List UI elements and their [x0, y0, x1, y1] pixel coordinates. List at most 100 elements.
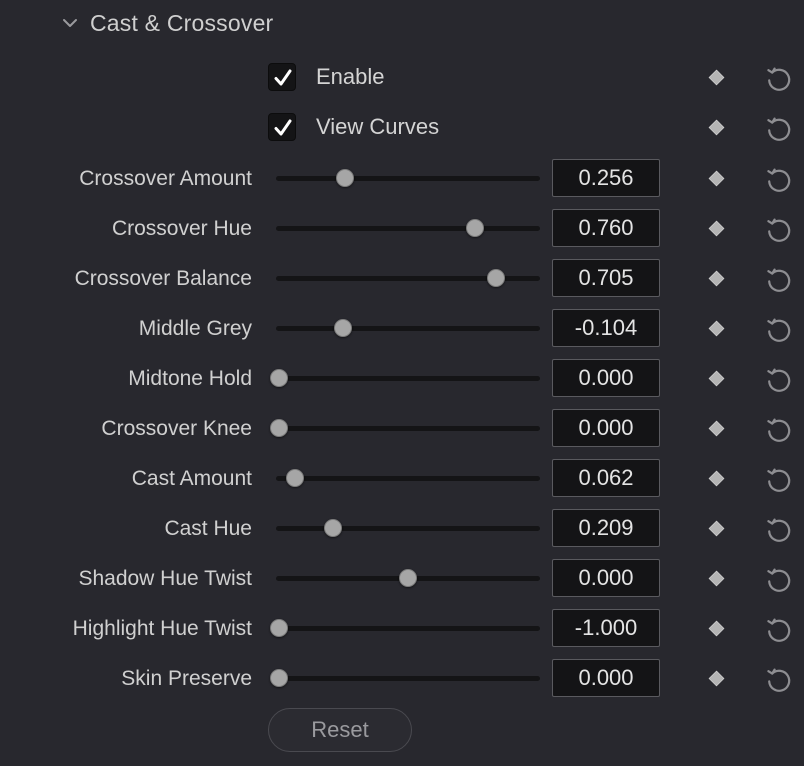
parameter-value-field[interactable]: 0.062 [552, 459, 660, 497]
parameter-label: Shadow Hue Twist [78, 567, 252, 590]
keyframe-diamond-icon[interactable] [708, 170, 725, 187]
keyframe-diamond-icon[interactable] [708, 69, 725, 86]
parameter-row: Cast Hue 0.209 [0, 509, 804, 549]
checkmark-icon [274, 119, 292, 136]
reset-arrow-icon[interactable] [763, 364, 793, 394]
parameter-slider[interactable] [276, 269, 540, 287]
section-header[interactable]: Cast & Crossover [60, 6, 273, 40]
reset-arrow-icon[interactable] [763, 414, 793, 444]
keyframe-diamond-icon[interactable] [708, 570, 725, 587]
parameter-label: Skin Preserve [121, 667, 252, 690]
parameter-row: Middle Grey -0.104 [0, 309, 804, 349]
slider-thumb[interactable] [323, 519, 342, 537]
parameter-label: Crossover Balance [74, 267, 252, 290]
parameter-value-field[interactable]: 0.000 [552, 359, 660, 397]
parameter-slider[interactable] [270, 419, 540, 437]
slider-track [276, 326, 540, 331]
parameter-value-field[interactable]: 0.760 [552, 209, 660, 247]
parameter-label: Cast Hue [164, 517, 252, 540]
parameter-value-field[interactable]: -0.104 [552, 309, 660, 347]
checkbox-row: Enable [0, 58, 804, 98]
parameter-label: Midtone Hold [128, 367, 252, 390]
slider-track [276, 626, 540, 631]
reset-arrow-icon[interactable] [763, 464, 793, 494]
parameter-row: Skin Preserve 0.000 [0, 659, 804, 699]
slider-thumb[interactable] [270, 419, 288, 437]
parameter-slider[interactable] [276, 169, 540, 187]
keyframe-diamond-icon[interactable] [708, 220, 725, 237]
keyframe-diamond-icon[interactable] [708, 270, 725, 287]
parameter-value-field[interactable]: -1.000 [552, 609, 660, 647]
parameter-label: Crossover Amount [79, 167, 252, 190]
parameter-label: Crossover Hue [111, 217, 252, 240]
parameter-slider[interactable] [270, 619, 540, 637]
parameter-slider[interactable] [276, 519, 540, 537]
checkmark-icon [274, 69, 292, 86]
reset-arrow-icon[interactable] [763, 63, 793, 93]
chevron-down-icon[interactable] [60, 13, 80, 33]
keyframe-diamond-icon[interactable] [708, 670, 725, 687]
slider-thumb[interactable] [270, 619, 288, 637]
slider-thumb[interactable] [399, 569, 417, 587]
checkbox[interactable] [268, 113, 296, 141]
keyframe-diamond-icon[interactable] [708, 470, 725, 487]
keyframe-diamond-icon[interactable] [708, 620, 725, 637]
reset-arrow-icon[interactable] [763, 264, 793, 294]
checkbox-row: View Curves [0, 108, 804, 148]
reset-arrow-icon[interactable] [763, 113, 793, 143]
slider-track [276, 676, 540, 681]
keyframe-diamond-icon[interactable] [708, 119, 725, 136]
parameter-slider[interactable] [276, 569, 540, 587]
keyframe-diamond-icon[interactable] [708, 520, 725, 537]
checkbox-label: Enable [316, 64, 385, 89]
parameter-row: Cast Amount 0.062 [0, 459, 804, 499]
reset-arrow-icon[interactable] [763, 164, 793, 194]
reset-arrow-icon[interactable] [763, 314, 793, 344]
parameter-value-field[interactable]: 0.000 [552, 659, 660, 697]
keyframe-diamond-icon[interactable] [708, 320, 725, 337]
parameter-row: Highlight Hue Twist -1.000 [0, 609, 804, 649]
parameter-label: Highlight Hue Twist [72, 617, 252, 640]
parameter-row: Crossover Balance 0.705 [0, 259, 804, 299]
slider-thumb[interactable] [333, 319, 352, 337]
section-title: Cast & Crossover [90, 9, 274, 36]
parameter-slider[interactable] [270, 369, 540, 387]
keyframe-diamond-icon[interactable] [708, 370, 725, 387]
reset-arrow-icon[interactable] [763, 564, 793, 594]
reset-arrow-icon[interactable] [763, 214, 793, 244]
cast-crossover-panel: Cast & Crossover Enable View Curves Cross… [0, 0, 804, 766]
reset-button[interactable]: Reset [268, 708, 412, 752]
slider-track [276, 176, 540, 181]
reset-arrow-icon[interactable] [763, 514, 793, 544]
parameter-value-field[interactable]: 0.705 [552, 259, 660, 297]
parameter-row: Midtone Hold 0.000 [0, 359, 804, 399]
parameter-row: Crossover Hue 0.760 [0, 209, 804, 249]
parameter-value-field[interactable]: 0.256 [552, 159, 660, 197]
reset-arrow-icon[interactable] [763, 664, 793, 694]
keyframe-diamond-icon[interactable] [708, 420, 725, 437]
slider-thumb[interactable] [336, 169, 355, 187]
parameter-slider[interactable] [276, 469, 540, 487]
slider-track [276, 226, 540, 231]
parameter-slider[interactable] [270, 669, 540, 687]
parameter-row: Shadow Hue Twist 0.000 [0, 559, 804, 599]
slider-thumb[interactable] [487, 269, 506, 287]
parameter-slider[interactable] [276, 219, 540, 237]
parameter-slider[interactable] [276, 319, 540, 337]
checkbox-label: View Curves [316, 114, 440, 139]
parameter-row: Crossover Knee 0.000 [0, 409, 804, 449]
slider-track [276, 426, 540, 431]
parameter-value-field[interactable]: 0.000 [552, 559, 660, 597]
slider-thumb[interactable] [270, 369, 288, 387]
parameter-label: Cast Amount [131, 467, 252, 490]
slider-track [276, 376, 540, 381]
parameter-value-field[interactable]: 0.209 [552, 509, 660, 547]
parameter-label: Middle Grey [138, 317, 252, 340]
checkbox[interactable] [268, 63, 296, 91]
parameter-row: Crossover Amount 0.256 [0, 159, 804, 199]
reset-arrow-icon[interactable] [763, 614, 793, 644]
slider-thumb[interactable] [466, 219, 485, 237]
slider-thumb[interactable] [285, 469, 304, 487]
slider-thumb[interactable] [270, 669, 288, 687]
parameter-value-field[interactable]: 0.000 [552, 409, 660, 447]
